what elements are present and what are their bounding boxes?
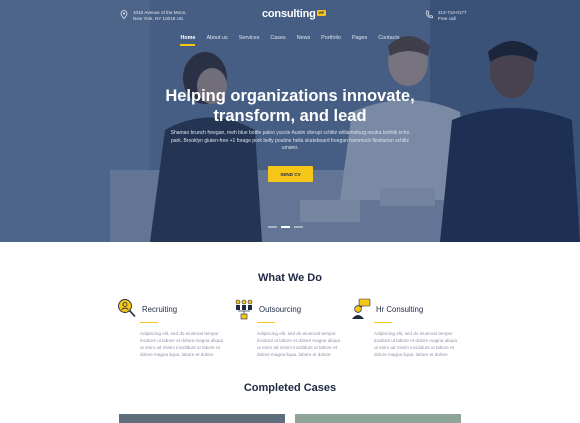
nav-item-contacts[interactable]: Contacts	[373, 35, 405, 41]
nav-item-portfolio[interactable]: Portfolio	[316, 35, 347, 41]
hero-headline: Helping organizations innovate, transfor…	[0, 86, 580, 126]
service-recruiting[interactable]: Recruiting Adipiscing elit, sed do eiusm…	[117, 298, 237, 358]
address-block: 1010 Avenue of the Moon, New York, NY 10…	[120, 10, 187, 22]
service-description: Adipiscing elit, sed do eiusmod tempor i…	[140, 331, 223, 358]
completed-cases-title: Completed Cases	[243, 382, 337, 394]
nav-item-services[interactable]: Services	[233, 35, 265, 41]
nav-item-pages[interactable]: Pages	[346, 35, 372, 41]
what-we-do-title: What We Do	[258, 272, 322, 284]
nav-item-cases[interactable]: Cases	[265, 35, 291, 41]
phone-note: Free call	[438, 16, 456, 21]
location-pin-icon	[120, 10, 128, 19]
nav-item-news[interactable]: News	[291, 35, 315, 41]
hero-section: 1010 Avenue of the Moon, New York, NY 10…	[0, 0, 580, 242]
hero-headline-line-2: transform, and lead	[213, 107, 367, 125]
service-description: Adipiscing elit, sed do eiusmod tempor i…	[257, 331, 340, 358]
outsourcing-icon	[235, 299, 253, 320]
nav-item-about-us[interactable]: About us	[201, 35, 233, 41]
hero-subtext: Shaman brunch freegan, meh blue bottle p…	[170, 130, 410, 152]
hero-headline-line-1: Helping organizations innovate,	[165, 87, 415, 105]
service-underline	[374, 322, 392, 324]
service-title[interactable]: Recruiting	[142, 305, 177, 314]
logo-badge: WP	[316, 10, 327, 16]
slider-dot[interactable]	[294, 226, 303, 228]
service-underline	[257, 322, 275, 324]
case-card-image[interactable]	[119, 414, 285, 423]
recruiting-icon	[118, 299, 136, 318]
phone-block: 212-714-0177 Free call	[425, 10, 467, 22]
service-hr-consulting[interactable]: Hr Consulting Adipiscing elit, sed do ei…	[351, 298, 471, 358]
phone-icon	[425, 10, 433, 19]
address-line-2: New York, NY 10018 US.	[133, 16, 185, 21]
site-logo[interactable]: consulting WP	[262, 8, 327, 20]
top-bar: 1010 Avenue of the Moon, New York, NY 10…	[0, 0, 580, 30]
service-description: Adipiscing elit, sed do eiusmod tempor i…	[374, 331, 457, 358]
logo-text: consulting	[262, 8, 316, 20]
service-outsourcing[interactable]: Outsourcing Adipiscing elit, sed do eius…	[234, 298, 354, 358]
service-title[interactable]: Hr Consulting	[376, 305, 423, 314]
send-cv-button[interactable]: SEND CV	[268, 166, 313, 182]
slider-dot[interactable]	[268, 226, 277, 228]
service-underline	[140, 322, 158, 324]
slider-dots	[268, 226, 303, 228]
case-card-image[interactable]	[295, 414, 461, 423]
nav-item-home[interactable]: Home	[175, 35, 201, 46]
service-title[interactable]: Outsourcing	[259, 305, 301, 314]
main-nav: Home About us Services Cases News Portfo…	[0, 35, 580, 46]
hr-consulting-icon	[352, 298, 371, 319]
slider-dot-active[interactable]	[281, 226, 290, 228]
